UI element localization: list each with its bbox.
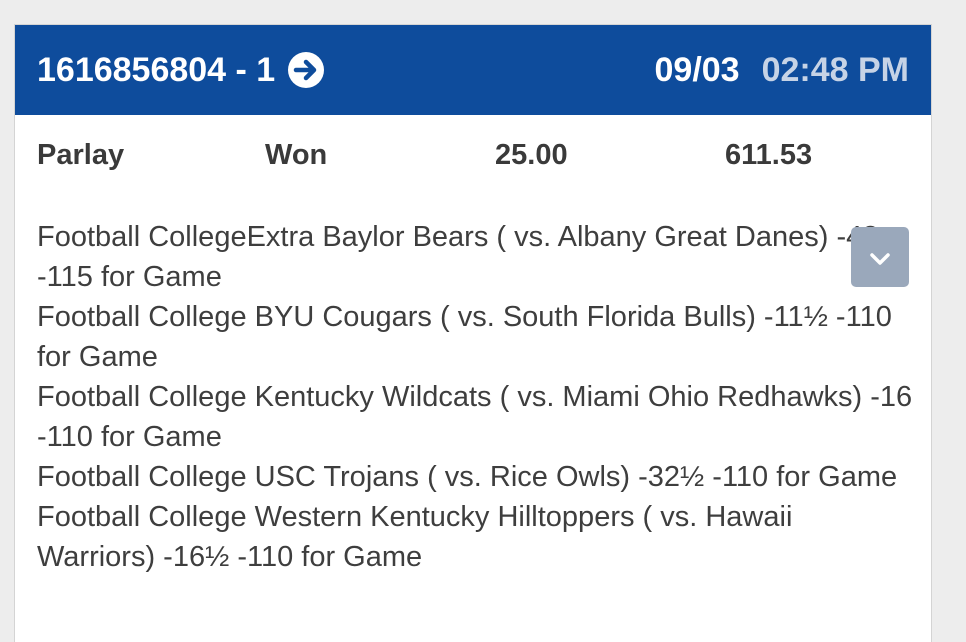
ticket-time: 02:48 PM <box>761 50 909 89</box>
parlay-leg: Football CollegeExtra Baylor Bears ( vs.… <box>37 221 879 293</box>
parlay-leg: Football College BYU Cougars ( vs. South… <box>37 301 892 373</box>
ticket-id: 1616856804 - 1 <box>37 50 276 89</box>
parlay-leg: Football College Western Kentucky Hillto… <box>37 501 793 573</box>
parlay-leg: Football College Kentucky Wildcats ( vs.… <box>37 381 913 453</box>
bet-status: Won <box>265 138 328 171</box>
ticket-summary-row: Parlay Won 25.00 611.53 <box>15 115 931 195</box>
chevron-down-icon <box>869 237 891 277</box>
ticket-card: 1616856804 - 1 09/03 02:48 PM Parlay Won… <box>14 24 932 642</box>
bet-risk-amount: 25.00 <box>495 138 568 171</box>
ticket-header: 1616856804 - 1 09/03 02:48 PM <box>15 25 931 115</box>
bet-type: Parlay <box>37 138 125 171</box>
arrow-right-circle-icon[interactable] <box>287 51 325 89</box>
bet-win-amount: 611.53 <box>725 138 813 171</box>
parlay-legs-list: Football CollegeExtra Baylor Bears ( vs.… <box>15 195 931 577</box>
parlay-leg: Football College USC Trojans ( vs. Rice … <box>37 461 898 493</box>
ticket-id-group: 1616856804 - 1 <box>37 51 325 90</box>
expand-details-button[interactable] <box>851 227 909 287</box>
ticket-date: 09/03 <box>654 50 740 89</box>
ticket-datetime: 09/03 02:48 PM <box>655 51 910 90</box>
